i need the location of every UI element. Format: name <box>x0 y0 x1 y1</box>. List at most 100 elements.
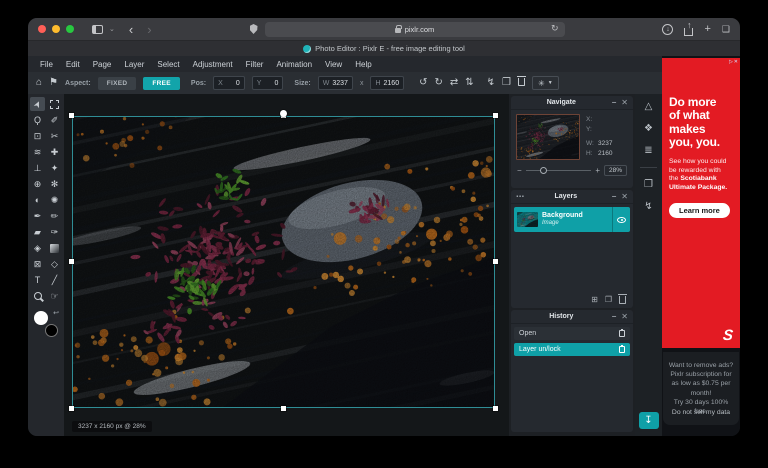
flip-horizontal-icon[interactable]: ⇄ <box>450 78 458 88</box>
duplicate-icon[interactable]: ❐ <box>502 78 511 88</box>
navigate-toggle-icon[interactable]: △ <box>645 101 653 112</box>
pos-y-input[interactable]: Y 0 <box>251 76 284 90</box>
text-tool[interactable]: T <box>30 273 45 287</box>
home-icon[interactable]: ⌂ <box>36 78 42 88</box>
foreground-color-swatch[interactable] <box>34 311 48 325</box>
zoom-out-icon[interactable]: − <box>517 166 522 175</box>
menu-page[interactable]: Page <box>93 60 112 69</box>
save-download-button[interactable]: ↧ <box>638 412 659 429</box>
dodge-burn-tool[interactable]: ◐ <box>30 193 45 207</box>
lasso-tool[interactable]: Ϙ <box>30 113 45 127</box>
handle-top-right[interactable] <box>493 113 498 118</box>
handle-bottom-left[interactable] <box>69 406 74 411</box>
rotate-handle[interactable] <box>280 110 287 117</box>
reload-icon[interactable]: ↻ <box>551 23 559 34</box>
zoom-in-icon[interactable]: + <box>595 166 600 175</box>
eraser-tool[interactable]: ▰ <box>30 225 45 239</box>
marquee-tool[interactable] <box>47 97 62 111</box>
handle-top-left[interactable] <box>69 113 74 118</box>
redo-icon[interactable]: ↻ <box>434 78 442 88</box>
menu-file[interactable]: File <box>40 60 53 69</box>
scotiabank-ad[interactable]: ▷✕ Do more of what makes you, you. See h… <box>662 58 740 348</box>
add-layer-icon[interactable]: ⊞ <box>591 295 598 304</box>
clone-stamp-tool[interactable]: ⊥ <box>30 161 45 175</box>
crop-tool[interactable]: ⊡ <box>30 129 45 143</box>
arrange-tool[interactable]: ➤ <box>30 97 45 111</box>
layers-menu-icon[interactable]: ⋯ <box>516 192 525 201</box>
tab-overview-icon[interactable]: ❑ <box>722 24 730 35</box>
pen-tool[interactable]: ✒ <box>30 209 45 223</box>
menu-adjustment[interactable]: Adjustment <box>193 60 233 69</box>
handle-mid-right[interactable] <box>493 259 498 264</box>
privacy-shield-icon[interactable] <box>249 24 258 34</box>
frame-tool[interactable]: ⊠ <box>30 257 45 271</box>
color-swatches[interactable]: ↩ <box>34 309 59 337</box>
aspect-free-button[interactable]: FREE <box>143 76 180 90</box>
quick-actions-icon[interactable]: ↯ <box>644 201 652 212</box>
zoom-slider[interactable] <box>525 166 592 174</box>
url-bar[interactable]: pixlr.com ↻ <box>264 21 565 37</box>
menu-help[interactable]: Help <box>355 60 371 69</box>
close-panel-icon[interactable]: ✕ <box>621 192 628 201</box>
distort-tool[interactable]: ⊕ <box>30 177 45 191</box>
history-step[interactable]: Open <box>514 327 630 340</box>
menu-view[interactable]: View <box>325 60 342 69</box>
navigate-thumbnail[interactable] <box>516 114 580 160</box>
delete-icon[interactable] <box>517 75 527 89</box>
wand-tool[interactable]: ✐ <box>47 113 62 127</box>
back-button[interactable]: ‹ <box>129 23 133 36</box>
liquify-tool[interactable]: ≋ <box>30 145 45 159</box>
canvas-area[interactable]: 3237 x 2160 px @ 28% <box>64 94 509 436</box>
image-layer[interactable] <box>69 110 498 411</box>
tab-bar[interactable]: Photo Editor : Pixlr E - free image edit… <box>28 40 740 56</box>
menu-filter[interactable]: Filter <box>246 60 264 69</box>
menu-edit[interactable]: Edit <box>66 60 80 69</box>
forward-button[interactable]: › <box>147 23 151 36</box>
hand-tool[interactable]: ☞ <box>47 289 62 303</box>
history-step[interactable]: Layer un/lock <box>514 343 630 356</box>
sidebar-icon[interactable] <box>92 24 103 34</box>
layer-visibility-toggle[interactable] <box>612 207 630 232</box>
shape-tool[interactable]: ◇ <box>47 257 62 271</box>
gradient-tool[interactable] <box>47 241 62 255</box>
minimize-panel-icon[interactable]: − <box>612 192 617 201</box>
slice-tool[interactable]: ✂ <box>47 129 62 143</box>
undo-icon[interactable]: ↺ <box>419 78 427 88</box>
share-icon[interactable] <box>684 20 694 36</box>
delete-layer-icon[interactable] <box>618 293 627 304</box>
minimize-window-button[interactable] <box>52 25 60 33</box>
menu-layer[interactable]: Layer <box>124 60 144 69</box>
promo-trial-link[interactable]: Try 30 days 100% <box>668 398 734 407</box>
layer-row[interactable]: Background Image <box>514 207 630 232</box>
chevron-down-icon[interactable]: ⌄ <box>109 25 115 33</box>
handle-bottom-center[interactable] <box>280 406 286 411</box>
duplicate-layer-icon[interactable]: ❐ <box>605 295 612 304</box>
line-tool[interactable]: ╱ <box>47 273 62 287</box>
sharpen-tool[interactable]: ✺ <box>47 193 62 207</box>
filter-tool[interactable]: ✻ <box>47 177 62 191</box>
layers-toggle-icon[interactable]: ❖ <box>644 123 653 134</box>
zoom-value[interactable]: 28% <box>603 165 627 176</box>
pos-x-input[interactable]: X 0 <box>213 76 245 90</box>
new-tab-button[interactable]: + <box>704 23 710 35</box>
rasterize-icon[interactable]: ↯ <box>487 78 495 88</box>
ad-learn-more-button[interactable]: Learn more <box>669 203 730 219</box>
fill-tool[interactable]: ◈ <box>30 241 45 255</box>
zoom-tool[interactable] <box>30 289 45 303</box>
size-h-input[interactable]: H 2160 <box>370 76 405 90</box>
adchoices-icon[interactable]: ▷✕ <box>729 59 739 65</box>
swap-colors-icon[interactable]: ↩ <box>53 309 59 317</box>
size-w-input[interactable]: W 3237 <box>317 76 353 90</box>
detail-tool[interactable]: ✦ <box>47 161 62 175</box>
flip-vertical-icon[interactable]: ⇅ <box>465 78 473 88</box>
close-window-button[interactable] <box>38 25 46 33</box>
minimize-panel-icon[interactable]: − <box>612 98 617 107</box>
image-properties-icon[interactable]: ❐ <box>644 179 653 190</box>
pencil-tool[interactable]: ✏ <box>47 209 62 223</box>
heal-tool[interactable]: ✚ <box>47 145 62 159</box>
settings-dropdown[interactable]: ✳ ▼ <box>532 76 559 90</box>
history-toggle-icon[interactable]: ≣ <box>644 145 652 156</box>
do-not-sell-link[interactable]: Do not sell my data <box>668 408 734 417</box>
close-panel-icon[interactable]: ✕ <box>621 98 628 107</box>
aspect-fixed-button[interactable]: FIXED <box>97 76 137 90</box>
